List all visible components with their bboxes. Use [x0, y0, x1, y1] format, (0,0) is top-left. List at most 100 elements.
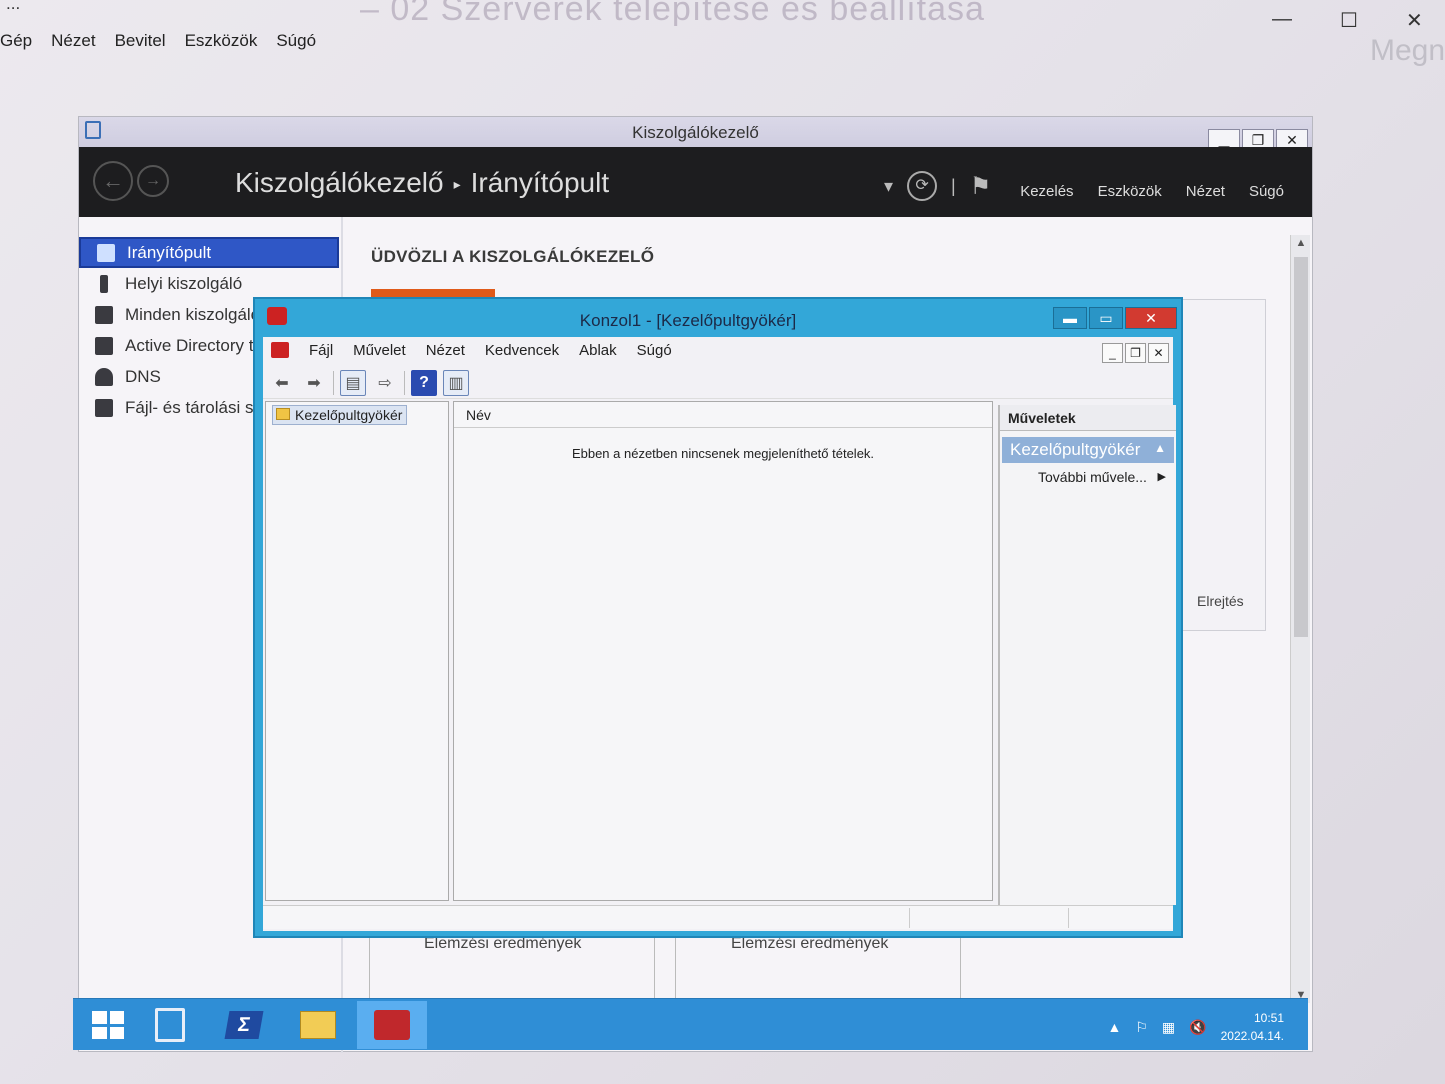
dropdown-caret-icon[interactable]: ▾: [884, 176, 893, 197]
mmc-titlebar: Konzol1 - [Kezelőpultgyökér] ▬ ▭ ✕: [255, 299, 1181, 337]
file-storage-icon: [95, 398, 113, 417]
clock[interactable]: 10:51 2022.04.14.: [1221, 1009, 1284, 1045]
mmc-minimize-button[interactable]: ▬: [1053, 307, 1087, 329]
sidebar-item-iranyitopult[interactable]: Irányítópult: [79, 237, 339, 268]
sidebar-item-label: Minden kiszolgáló: [125, 304, 261, 324]
more-actions-item[interactable]: További művele... ▶: [1000, 463, 1176, 485]
mmc-toolbox-icon: [374, 1010, 410, 1040]
server-icon: [100, 274, 108, 293]
more-actions-label: További művele...: [1038, 469, 1147, 485]
mmc-menu-icon[interactable]: [271, 342, 289, 358]
mdi-minimize-button[interactable]: _: [1102, 343, 1123, 363]
header-menu-nezet[interactable]: Nézet: [1186, 183, 1225, 200]
vertical-scrollbar[interactable]: ▲ ▼: [1290, 235, 1310, 1003]
server-manager-title: Kiszolgálókezelő: [632, 123, 759, 142]
toolbar-separator: [333, 370, 334, 395]
mdi-close-button[interactable]: ✕: [1148, 343, 1169, 363]
host-menu-eszkozok[interactable]: Eszközök: [185, 28, 258, 56]
mdi-restore-button[interactable]: ❐: [1125, 343, 1146, 363]
clock-time: 10:51: [1253, 1011, 1284, 1025]
volume-muted-icon[interactable]: 🔇: [1189, 1019, 1206, 1036]
powershell-icon: Σ: [224, 1011, 264, 1039]
sidebar-item-label: Irányítópult: [127, 242, 212, 262]
empty-view-message: Ebben a nézetben nincsenek megjeleníthet…: [571, 446, 875, 461]
breadcrumb-separator-icon: ▸: [453, 176, 461, 193]
taskbar-powershell[interactable]: Σ: [209, 1001, 279, 1049]
header-divider: |: [951, 175, 956, 196]
forward-arrow-icon[interactable]: →: [137, 165, 169, 197]
mmc-menubar: Fájl Művelet Nézet Kedvencek Ablak Súgó: [263, 337, 1173, 363]
server-manager-header: ← → Kiszolgálókezelő ▸ Irányítópult ▾ ⟳ | …: [79, 147, 1312, 217]
file-explorer-icon: [300, 1011, 336, 1039]
dashboard-icon: [97, 243, 115, 262]
network-icon[interactable]: ▦: [1162, 1019, 1175, 1036]
mmc-close-button[interactable]: ✕: [1125, 307, 1177, 329]
actions-section-label: Kezelőpultgyökér: [1010, 440, 1141, 459]
tree-node-root[interactable]: Kezelőpultgyökér: [272, 405, 408, 425]
actions-title: Műveletek: [1000, 405, 1176, 431]
mmc-menu-ablak[interactable]: Ablak: [579, 342, 617, 359]
breadcrumb-root[interactable]: Kiszolgálókezelő: [235, 167, 444, 198]
actions-section-header[interactable]: Kezelőpultgyökér ▲: [1002, 437, 1174, 463]
welcome-title: ÜDVÖZLI A KISZOLGÁLÓKEZELŐ: [371, 247, 655, 266]
system-tray: ▲ ⚐ ▦ 🔇 10:51 2022.04.14.: [1108, 1009, 1285, 1045]
start-button[interactable]: [73, 1001, 143, 1049]
result-pane: Név Ebben a nézetben nincsenek megjelení…: [453, 401, 993, 901]
host-title-ghost-text: – 02 Szerverek telepítése és beállítása: [360, 0, 985, 26]
host-close-button[interactable]: ✕: [1406, 8, 1423, 33]
header-menu-kezeles[interactable]: Kezelés: [1020, 183, 1073, 200]
submenu-arrow-icon: ▶: [1157, 471, 1166, 483]
action-center-icon[interactable]: ⚐: [1135, 1019, 1148, 1036]
tree-pane: Kezelőpultgyökér: [265, 401, 449, 901]
taskbar-server-manager[interactable]: [135, 1001, 205, 1049]
show-hide-action-pane-icon[interactable]: ▥: [443, 369, 469, 396]
server-manager-titlebar: Kiszolgálókezelő ▁ ❐ ✕: [79, 117, 1312, 151]
windows-logo-icon: [92, 1011, 124, 1039]
taskbar-file-explorer[interactable]: [283, 1001, 353, 1049]
header-menu-eszkozok[interactable]: Eszközök: [1098, 183, 1162, 200]
column-header-nev[interactable]: Név: [454, 402, 992, 428]
host-title-bar: – 02 Szerverek telepítése és beállítása …: [0, 0, 1445, 26]
back-arrow-icon[interactable]: ⬅: [269, 370, 295, 396]
scroll-up-icon[interactable]: ▲: [1291, 237, 1311, 249]
actions-pane: Műveletek Kezelőpultgyökér ▲ További műv…: [998, 405, 1176, 905]
mmc-status-bar: [263, 905, 1173, 929]
mmc-menu-muvelet[interactable]: Művelet: [353, 342, 406, 359]
host-menu-gep[interactable]: Gép: [0, 28, 32, 56]
show-hide-tree-icon[interactable]: ▤: [340, 369, 366, 396]
refresh-icon[interactable]: ⟳: [907, 171, 938, 201]
mmc-menu-fajl[interactable]: Fájl: [309, 342, 333, 359]
mmc-menu-sugo[interactable]: Súgó: [637, 342, 672, 359]
folder-icon: [276, 408, 290, 420]
collapse-caret-icon[interactable]: ▲: [1154, 441, 1166, 455]
host-maximize-button[interactable]: ☐: [1340, 8, 1358, 33]
mmc-toolbar: ⬅ ➡ ▤ ⇨ ? ▥: [263, 367, 1173, 399]
clock-date: 2022.04.14.: [1220, 1029, 1284, 1043]
sidebar-item-label: Helyi kiszolgáló: [125, 273, 243, 293]
sidebar-item-label: DNS: [125, 366, 161, 386]
host-minimize-button[interactable]: —: [1272, 8, 1292, 31]
tree-node-label: Kezelőpultgyökér: [295, 407, 403, 423]
host-menu-bevitel[interactable]: Bevitel: [115, 28, 166, 56]
header-menu-sugo[interactable]: Súgó: [1249, 183, 1284, 200]
show-hidden-icons-icon[interactable]: ▲: [1108, 1019, 1122, 1035]
breadcrumb-current: Irányítópult: [470, 167, 610, 198]
scrollbar-thumb[interactable]: [1294, 257, 1308, 637]
mmc-title: Konzol1 - [Kezelőpultgyökér]: [579, 311, 797, 330]
mmc-menu-nezet[interactable]: Nézet: [426, 342, 465, 359]
mmc-maximize-button[interactable]: ▭: [1089, 307, 1123, 329]
host-menubar: Gép Nézet Bevitel Eszközök Súgó: [0, 28, 316, 56]
mmc-console-window: Konzol1 - [Kezelőpultgyökér] ▬ ▭ ✕ Fájl …: [253, 297, 1183, 938]
taskbar: Σ ▲ ⚐ ▦ 🔇 10:51 2022.04.14.: [73, 998, 1308, 1050]
host-menu-nezet[interactable]: Nézet: [51, 28, 95, 56]
hide-welcome-link[interactable]: Elrejtés: [1197, 593, 1244, 609]
help-icon[interactable]: ?: [411, 369, 437, 396]
forward-arrow-icon[interactable]: ➡: [301, 370, 327, 396]
taskbar-mmc[interactable]: [357, 1001, 427, 1049]
back-arrow-icon[interactable]: ←: [93, 161, 133, 201]
notifications-flag-icon[interactable]: ⚑: [970, 172, 992, 201]
host-menu-sugo[interactable]: Súgó: [276, 28, 316, 56]
export-list-icon[interactable]: ⇨: [372, 370, 398, 396]
mmc-menu-kedvencek[interactable]: Kedvencek: [485, 342, 559, 359]
sidebar-item-helyi-kiszolgalo[interactable]: Helyi kiszolgáló: [79, 268, 339, 299]
